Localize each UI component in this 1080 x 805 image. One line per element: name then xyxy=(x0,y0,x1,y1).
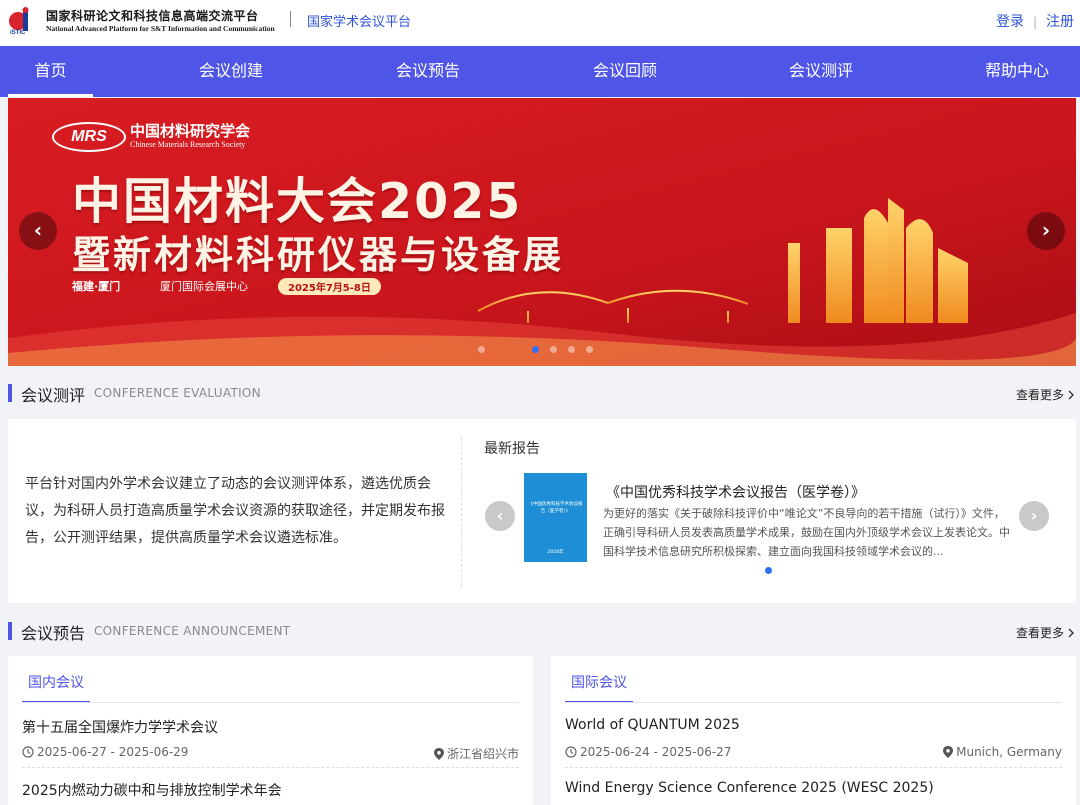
carousel-dot[interactable] xyxy=(550,346,557,353)
istic-logo-icon: iSTIC xyxy=(9,7,29,36)
evaluation-description: 平台针对国内外学术会议建立了动态的会议测评体系，遴选优质会议，为科研人员打造高质… xyxy=(25,476,445,546)
platform-name[interactable]: 国家学术会议平台 xyxy=(307,11,411,30)
report-next-button[interactable]: › xyxy=(1019,501,1049,531)
evaluation-more-link[interactable]: 查看更多 xyxy=(1016,386,1076,403)
banner-venue: 厦门国际会展中心 xyxy=(160,280,248,293)
site-logo[interactable]: iSTIC 国家科研论文和科技信息高端交流平台 National Advance… xyxy=(8,6,284,36)
chevron-right-icon xyxy=(1068,390,1074,400)
cover-year: 2024年 xyxy=(547,550,564,555)
carousel-dot-active[interactable] xyxy=(532,346,539,353)
logo-cn-text: 国家科研论文和科技信息高端交流平台 xyxy=(46,9,259,23)
list-divider xyxy=(22,767,519,768)
auth-links: 登录 | 注册 xyxy=(996,11,1074,31)
tab-underline xyxy=(22,702,519,703)
conference-place-text: 浙江省绍兴市 xyxy=(446,747,519,761)
banner-date: 2025年7月5-8日 xyxy=(278,278,381,295)
nav-item-help[interactable]: 帮助中心 xyxy=(972,46,1062,97)
top-header: iSTIC 国家科研论文和科技信息高端交流平台 National Advance… xyxy=(0,0,1080,46)
nav-item-home[interactable]: 首页 xyxy=(8,46,93,97)
report-cover-image[interactable]: 《中国优秀科技学术会议报告（医学卷）》 2024年 xyxy=(524,473,587,562)
section-accent-bar xyxy=(8,622,12,640)
tab-domestic[interactable]: 国内会议 xyxy=(22,671,90,703)
auth-separator: | xyxy=(1032,15,1037,29)
evaluation-section-header: 会议测评 CONFERENCE EVALUATION 查看更多 xyxy=(8,382,1076,405)
announcement-more-link[interactable]: 查看更多 xyxy=(1016,624,1076,641)
nav-item-announcement[interactable]: 会议预告 xyxy=(383,46,473,97)
tab-underline xyxy=(565,702,1062,703)
carousel-prev-button[interactable]: ‹ xyxy=(19,212,57,250)
section-accent-bar xyxy=(8,384,12,402)
nav-item-evaluation[interactable]: 会议测评 xyxy=(776,46,866,97)
carousel-dot[interactable] xyxy=(568,346,575,353)
banner-location: 福建·厦门 xyxy=(72,280,121,293)
location-pin-icon xyxy=(433,748,444,760)
conference-date-text: 2025-06-24 - 2025-06-27 xyxy=(580,745,732,759)
banner-title: 中国材料大会2025 xyxy=(72,173,523,230)
header-divider xyxy=(290,11,291,27)
list-item[interactable]: 第十五届全国爆炸力学学术会议 2025-06-27 - 2025-06-29 浙… xyxy=(22,717,519,773)
more-label: 查看更多 xyxy=(1015,626,1064,640)
carousel-next-button[interactable]: › xyxy=(1027,212,1065,250)
location-pin-icon xyxy=(943,746,954,758)
conference-name[interactable]: 2025内燃动力碳中和与排放控制学术年会 xyxy=(22,780,282,800)
org-name-en: Chinese Materials Research Society xyxy=(130,140,246,149)
report-title[interactable]: 《中国优秀科技学术会议报告（医学卷）》 xyxy=(606,482,865,502)
evaluation-divider xyxy=(461,437,462,587)
chevron-right-icon xyxy=(1068,628,1074,638)
logo-text: iSTIC xyxy=(10,30,26,36)
announcement-title: 会议预告 xyxy=(21,624,86,643)
latest-report-label: 最新报告 xyxy=(484,441,540,457)
conference-date: 2025-06-27 - 2025-06-29 xyxy=(22,745,188,759)
conference-name[interactable]: Wind Energy Science Conference 2025 (WES… xyxy=(565,780,934,796)
carousel-dot[interactable] xyxy=(478,346,485,353)
conference-name[interactable]: World of QUANTUM 2025 xyxy=(565,717,740,733)
list-item[interactable]: Wind Energy Science Conference 2025 (WES… xyxy=(565,780,1062,805)
main-nav: 首页 会议创建 会议预告 会议回顾 会议测评 帮助中心 xyxy=(0,46,1080,97)
list-divider xyxy=(565,767,1062,768)
carousel-dot[interactable] xyxy=(586,346,593,353)
conference-date-text: 2025-06-27 - 2025-06-29 xyxy=(37,745,189,759)
evaluation-title: 会议测评 xyxy=(21,386,86,405)
conference-place: Munich, Germany xyxy=(943,745,1062,759)
report-carousel-dot[interactable] xyxy=(765,567,772,574)
cover-title: 《中国优秀科技学术会议报告（医学卷）》 xyxy=(528,502,583,514)
conference-name[interactable]: 第十五届全国爆炸力学学术会议 xyxy=(22,717,218,737)
hero-banner[interactable]: MRS 中国材料研究学会 Chinese Materials Research … xyxy=(8,98,1076,366)
announcement-subtitle: CONFERENCE ANNOUNCEMENT xyxy=(94,624,291,638)
more-label: 查看更多 xyxy=(1015,388,1064,402)
international-conference-card: 国际会议 World of QUANTUM 2025 2025-06-24 - … xyxy=(551,656,1076,805)
evaluation-card: 平台针对国内外学术会议建立了动态的会议测评体系，遴选优质会议，为科研人员打造高质… xyxy=(8,419,1076,603)
mrs-logo: MRS xyxy=(52,122,126,152)
logo-en-text: National Advanced Platform for S&T Infor… xyxy=(46,24,275,33)
clock-icon xyxy=(22,746,34,758)
report-prev-button[interactable]: ‹ xyxy=(485,501,515,531)
evaluation-subtitle: CONFERENCE EVALUATION xyxy=(94,386,261,400)
list-item[interactable]: World of QUANTUM 2025 2025-06-24 - 2025-… xyxy=(565,717,1062,773)
register-link[interactable]: 注册 xyxy=(1046,11,1074,31)
announcement-section-header: 会议预告 CONFERENCE ANNOUNCEMENT 查看更多 xyxy=(8,620,1076,643)
conference-date: 2025-06-24 - 2025-06-27 xyxy=(565,745,731,759)
banner-subtitle: 暨新材料科研仪器与设备展 xyxy=(72,233,565,277)
report-summary: 为更好的落实《关于破除科技评价中“唯论文”不良导向的若干措施（试行）》文件，正确… xyxy=(603,507,1010,558)
org-name-cn: 中国材料研究学会 xyxy=(130,122,251,140)
conference-place: 浙江省绍兴市 xyxy=(433,745,519,762)
domestic-conference-card: 国内会议 第十五届全国爆炸力学学术会议 2025-06-27 - 2025-06… xyxy=(8,656,533,805)
list-item[interactable]: 2025内燃动力碳中和与排放控制学术年会 xyxy=(22,780,519,805)
nav-item-review[interactable]: 会议回顾 xyxy=(580,46,670,97)
clock-icon xyxy=(565,746,577,758)
tab-international[interactable]: 国际会议 xyxy=(565,671,633,703)
login-link[interactable]: 登录 xyxy=(996,11,1024,31)
conference-place-text: Munich, Germany xyxy=(956,745,1062,759)
nav-item-create[interactable]: 会议创建 xyxy=(186,46,276,97)
